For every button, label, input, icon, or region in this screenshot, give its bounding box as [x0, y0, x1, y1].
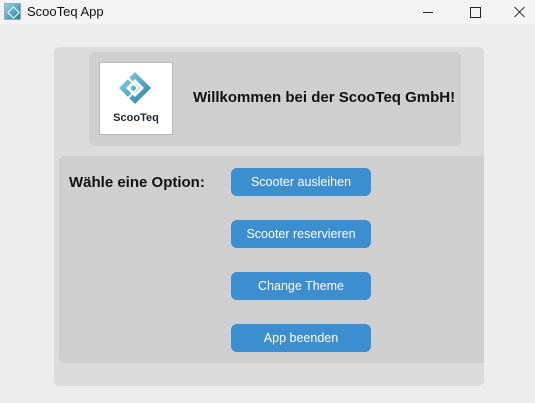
company-logo: ScooTeq: [99, 62, 173, 135]
change-theme-button[interactable]: Change Theme: [231, 272, 371, 300]
close-button[interactable]: [497, 0, 535, 24]
logo-mark-icon: [119, 72, 151, 104]
rent-scooter-button[interactable]: Scooter ausleihen: [231, 168, 371, 196]
minimize-button[interactable]: [405, 0, 451, 24]
app-icon: [4, 3, 21, 20]
welcome-heading: Willkommen bei der ScooTeq GmbH!: [193, 89, 456, 106]
reserve-scooter-button[interactable]: Scooter reservieren: [231, 220, 371, 248]
logo-text: ScooTeq: [113, 112, 159, 124]
quit-app-button[interactable]: App beenden: [231, 324, 371, 352]
window-title: ScooTeq App: [27, 4, 104, 19]
maximize-button[interactable]: [452, 0, 498, 24]
title-bar: ScooTeq App: [0, 0, 535, 24]
close-icon: [514, 6, 526, 18]
maximize-icon: [469, 6, 481, 18]
options-label: Wähle eine Option:: [69, 174, 205, 191]
minimize-icon: [423, 11, 433, 13]
